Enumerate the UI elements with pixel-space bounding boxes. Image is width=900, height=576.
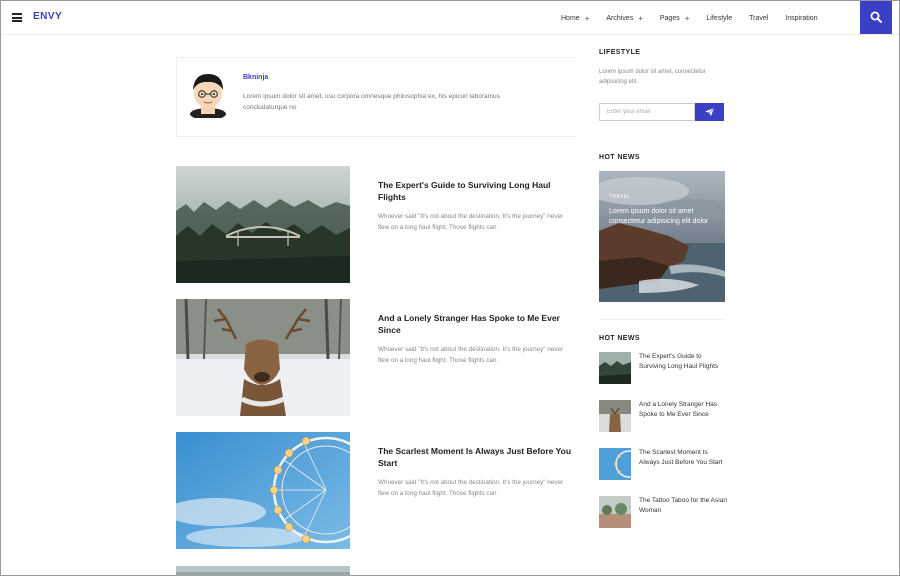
author-box: Bkninja Lorem ipsum dolor sit amet, usu … (176, 57, 577, 137)
hot-news-thumbnail[interactable] (599, 496, 631, 528)
site-header: ENVY Home + Archives + Pages + Lifestyle Tr… (1, 1, 899, 35)
plus-icon: + (638, 13, 643, 23)
hot-news-item: The Tattoo Taboo for the Asian Woman (599, 496, 727, 530)
post-item: The Scarlest Moment Is Always Just Befor… (176, 432, 576, 549)
hot-news-tag[interactable]: TRAVEL (609, 194, 630, 200)
author-avatar[interactable] (185, 68, 231, 118)
post-excerpt: Whoever said "It's not about the destina… (378, 479, 564, 497)
post-thumbnail[interactable] (176, 299, 350, 416)
post-item: And a Lonely Stranger Has Spoke to Me Ev… (176, 299, 576, 416)
post-excerpt: Whoever said "It's not about the destina… (378, 213, 564, 231)
post-thumbnail[interactable] (176, 432, 350, 549)
post-thumbnail[interactable] (176, 166, 350, 283)
plus-icon: + (684, 13, 690, 23)
newsletter-text: Lorem ipsum dolor sit amet, consectetur … (599, 69, 706, 85)
newsletter-heading: LIFESTYLE (599, 49, 641, 56)
post-title[interactable]: And a Lonely Stranger Has Spoke to Me Ev… (378, 313, 578, 336)
post-title[interactable]: The Expert's Guide to Surviving Long Hau… (378, 180, 578, 203)
subscribe-button[interactable] (695, 103, 724, 121)
hot-news-item-title[interactable]: The Tattoo Taboo for the Asian Woman (639, 496, 727, 516)
nav-inspiration[interactable]: Inspiration (785, 15, 817, 22)
post-item: The Expert's Guide to Surviving Long Hau… (176, 166, 576, 283)
post-item (176, 565, 576, 576)
hot-news-card[interactable]: TRAVEL Lorem ipsum dolor sit amet consec… (599, 171, 725, 302)
search-icon (870, 11, 882, 23)
hot-news-heading: HOT NEWS (599, 154, 640, 161)
sidebar-divider (599, 319, 725, 320)
hot-news-thumbnail[interactable] (599, 448, 631, 480)
hot-news-thumbnail[interactable] (599, 352, 631, 384)
site-logo[interactable]: ENVY (33, 11, 62, 22)
nav-travel[interactable]: Travel (749, 15, 768, 22)
plus-icon: + (584, 13, 590, 23)
hot-news-item: The Expert's Guide to Surviving Long Hau… (599, 352, 725, 386)
main-nav: Home + Archives + Pages + Lifestyle Travel … (561, 1, 835, 35)
search-button[interactable] (860, 1, 892, 34)
post-thumbnail[interactable] (176, 565, 350, 576)
hot-news-title[interactable]: Lorem ipsum dolor sit amet consectetur a… (609, 207, 709, 227)
email-input[interactable] (599, 103, 695, 121)
hamburger-menu-icon[interactable] (12, 13, 22, 22)
nav-lifestyle[interactable]: Lifestyle (706, 15, 732, 22)
hot-news-item: And a Lonely Stranger Has Spoke to Me Ev… (599, 400, 725, 434)
hot-news-list-heading: HOT NEWS (599, 335, 640, 342)
author-name[interactable]: Bkninja (243, 74, 268, 81)
nav-archives[interactable]: Archives + (606, 14, 643, 23)
post-title[interactable]: The Scarlest Moment Is Always Just Befor… (378, 446, 578, 469)
post-excerpt: Whoever said "It's not about the destina… (378, 346, 564, 364)
nav-pages[interactable]: Pages + (660, 14, 690, 23)
hot-news-item: The Scarlest Moment Is Always Just Befor… (599, 448, 725, 482)
author-bio: Lorem ipsum dolor sit amet, usu corpora … (243, 93, 500, 111)
hot-news-thumbnail[interactable] (599, 400, 631, 432)
hot-news-item-title[interactable]: The Expert's Guide to Surviving Long Hau… (639, 352, 727, 372)
hot-news-item-title[interactable]: The Scarlest Moment Is Always Just Befor… (639, 448, 727, 468)
hot-news-item-title[interactable]: And a Lonely Stranger Has Spoke to Me Ev… (639, 400, 727, 420)
nav-home[interactable]: Home + (561, 14, 589, 23)
paper-plane-icon (705, 108, 714, 116)
